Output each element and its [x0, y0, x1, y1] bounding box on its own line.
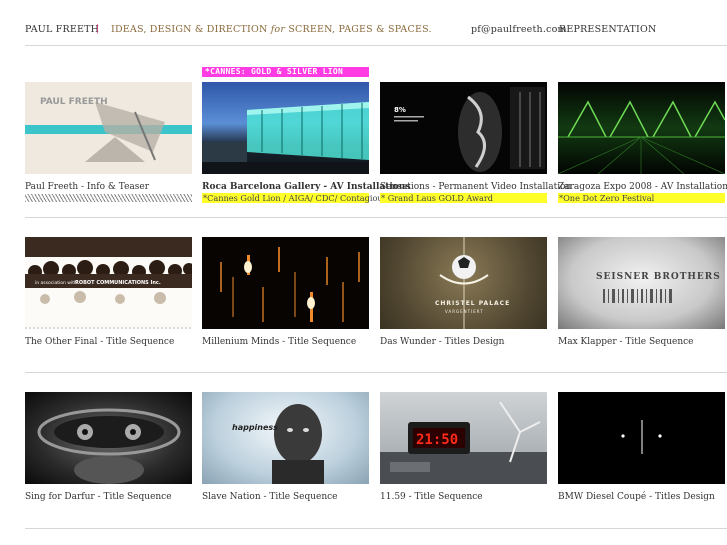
award-note: *One Dot Zero Festival	[558, 193, 725, 203]
thumbnail-art	[202, 102, 369, 174]
thumbnail-art: 21:50	[380, 401, 547, 484]
project-title[interactable]: BMW Diesel Coupé - Titles Design	[558, 492, 725, 502]
project-title[interactable]: Sensations - Permanent Video Installatio…	[380, 182, 571, 192]
project-title[interactable]: Paul Freeth - Info & Teaser	[25, 182, 192, 192]
project-title[interactable]: 11.59 - Title Sequence	[380, 492, 547, 502]
project-tile-millenium-minds[interactable]: Millenium Minds - Title Sequence	[202, 237, 369, 347]
thumbnail[interactable]: happiness	[202, 392, 369, 484]
project-tile-max-klapper[interactable]: SEISNER BROTHERS Max Klapper - Title Seq…	[558, 237, 725, 347]
project-tile-sensations[interactable]: 8% Sensations - Permanent Video Installa…	[380, 82, 571, 203]
email-link[interactable]: pf@paulfreeth.com	[471, 24, 567, 35]
project-title[interactable]: Millenium Minds - Title Sequence	[202, 337, 369, 347]
brand-name[interactable]: PAUL FREETH	[25, 24, 99, 35]
svg-text:CHRISTEL PALACE: CHRISTEL PALACE	[435, 300, 510, 307]
divider	[25, 217, 727, 218]
hatch-divider	[25, 194, 192, 202]
award-note: *Cannes Gold Lion / AIGA/ CDC/ Contagiou…	[202, 193, 387, 203]
project-tile-zaragoza[interactable]: Zaragoza Expo 2008 - AV Installation *On…	[558, 82, 727, 203]
thumbnail-art: in association with ROBOT COMMUNICATIONS…	[25, 237, 192, 329]
tagline: IDEAS, DESIGN & DIRECTION for SCREEN, PA…	[111, 24, 432, 35]
thumbnail[interactable]: SEISNER BROTHERS	[558, 237, 725, 329]
svg-text:SEISNER BROTHERS: SEISNER BROTHERS	[596, 272, 721, 282]
project-tile-1159[interactable]: 21:50 11.59 - Title Sequence	[380, 392, 547, 502]
cannes-badge: *CANNES: GOLD & SILVER LION	[202, 67, 369, 77]
project-title[interactable]: The Other Final - Title Sequence	[25, 337, 192, 347]
thumbnail-art: SEISNER BROTHERS	[596, 272, 721, 303]
thumbnail[interactable]	[202, 82, 369, 174]
thumbnail-art	[220, 247, 360, 322]
thumbnail[interactable]: 8%	[380, 82, 547, 174]
thumbnail[interactable]: PAUL FREETH	[25, 82, 192, 174]
thumbnail[interactable]	[558, 82, 725, 174]
project-tile-other-final[interactable]: in association with ROBOT COMMUNICATIONS…	[25, 237, 192, 347]
project-title[interactable]: Roca Barcelona Gallery - AV Installation…	[202, 182, 410, 192]
project-tile-bmw-diesel[interactable]: BMW Diesel Coupé - Titles Design	[558, 392, 725, 502]
award-note: * Grand Laus GOLD Award	[380, 193, 547, 203]
project-tile-info-teaser[interactable]: PAUL FREETH Paul Freeth - Info & Teaser	[25, 82, 192, 202]
divider	[25, 372, 727, 373]
project-tile-sing-for-darfur[interactable]: Sing for Darfur - Title Sequence	[25, 392, 192, 502]
header-separator: |	[96, 23, 100, 34]
thumbnail[interactable]	[202, 237, 369, 329]
divider	[25, 528, 727, 529]
project-tile-roca[interactable]: Roca Barcelona Gallery - AV Installation…	[202, 82, 410, 203]
thumbnail[interactable]: in association with ROBOT COMMUNICATIONS…	[25, 237, 192, 329]
svg-text:VARGENTIERT: VARGENTIERT	[445, 309, 484, 314]
svg-text:in association with: in association with	[35, 280, 77, 286]
project-tile-das-wunder[interactable]: CHRISTEL PALACE VARGENTIERT Das Wunder -…	[380, 237, 547, 347]
svg-text:8%: 8%	[394, 106, 406, 114]
divider	[25, 45, 727, 46]
thumbnail-art	[558, 100, 725, 174]
thumbnail-art: CHRISTEL PALACE VARGENTIERT	[435, 237, 510, 329]
svg-text:21:50: 21:50	[416, 432, 458, 448]
project-title[interactable]: Das Wunder - Titles Design	[380, 337, 547, 347]
thumbnail-art	[621, 420, 662, 454]
project-tile-slave-nation[interactable]: happiness Slave Nation - Title Sequence	[202, 392, 369, 502]
thumbnail[interactable]	[558, 392, 725, 484]
thumbnail[interactable]	[25, 392, 192, 484]
representation-link[interactable]: REPRESENTATION	[559, 24, 656, 35]
project-title[interactable]: Sing for Darfur - Title Sequence	[25, 492, 192, 502]
project-title[interactable]: Zaragoza Expo 2008 - AV Installation	[558, 182, 727, 192]
project-title[interactable]: Slave Nation - Title Sequence	[202, 492, 369, 502]
thumbnail-art: 8%	[394, 87, 545, 172]
svg-text:ROBOT COMMUNICATIONS Inc.: ROBOT COMMUNICATIONS Inc.	[75, 280, 161, 286]
thumbnail-art: happiness	[232, 404, 324, 484]
thumbnail[interactable]: CHRISTEL PALACE VARGENTIERT	[380, 237, 547, 329]
site-header: PAUL FREETH | IDEAS, DESIGN & DIRECTION …	[25, 22, 727, 38]
svg-text:happiness: happiness	[232, 423, 278, 432]
thumbnail-art	[37, 408, 181, 484]
thumbnail-art: PAUL FREETH	[25, 97, 192, 162]
svg-text:PAUL FREETH: PAUL FREETH	[40, 97, 108, 107]
thumbnail[interactable]: 21:50	[380, 392, 547, 484]
project-title[interactable]: Max Klapper - Title Sequence	[558, 337, 725, 347]
